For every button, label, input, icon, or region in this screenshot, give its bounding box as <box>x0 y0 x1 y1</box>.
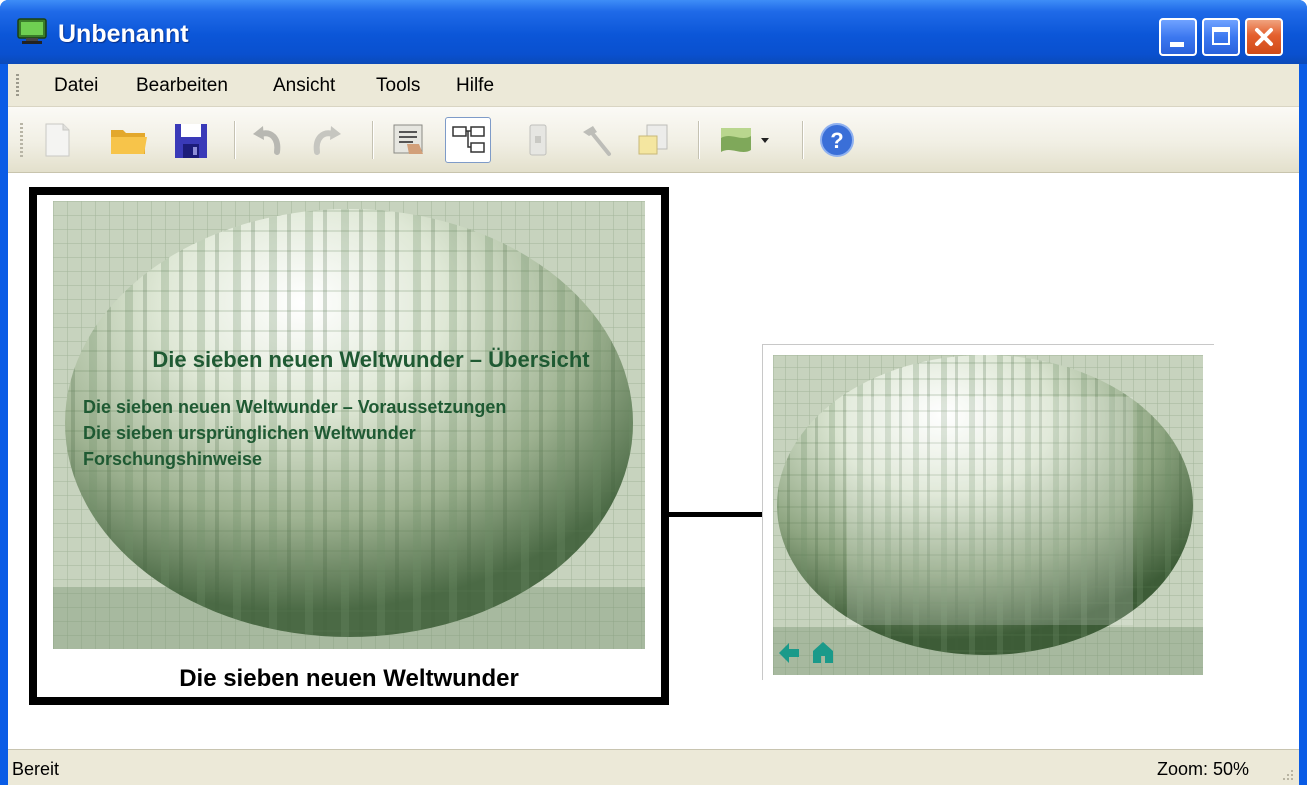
slide-connector <box>669 512 763 517</box>
slide-link[interactable]: Die sieben neuen Weltwunder – Voraussetz… <box>83 395 506 419</box>
menu-bar: Datei Bearbeiten Ansicht Tools Hilfe <box>8 64 1299 107</box>
help-icon: ? <box>820 123 854 157</box>
slide-title: Die sieben neuen Weltwunder – Übersicht <box>152 347 590 372</box>
toolbar-separator <box>234 121 236 159</box>
close-button[interactable] <box>1245 18 1283 56</box>
close-icon <box>1255 28 1273 46</box>
menu-ansicht[interactable]: Ansicht <box>273 74 335 98</box>
theme-icon <box>721 128 769 152</box>
redo-button[interactable] <box>304 117 350 163</box>
menu-hilfe[interactable]: Hilfe <box>456 74 494 98</box>
status-text: Bereit <box>12 759 60 779</box>
zoom-level: Zoom: 50% <box>1156 759 1249 779</box>
undo-button[interactable] <box>244 117 290 163</box>
minimize-button[interactable] <box>1159 18 1197 56</box>
export-icon <box>638 124 668 155</box>
tree-view-button[interactable] <box>445 117 491 163</box>
redo-icon <box>313 126 341 155</box>
chevron-down-icon <box>761 138 769 143</box>
title-bar[interactable]: Unbenannt <box>0 0 1307 64</box>
undo-icon <box>253 126 281 155</box>
app-window: Unbenannt Datei Bearbeiten Ansicht Tools… <box>0 0 1307 785</box>
menu-tools[interactable]: Tools <box>376 74 420 98</box>
menu-datei[interactable]: Datei <box>54 74 98 98</box>
presenter-icon <box>393 124 423 154</box>
new-document-icon <box>45 123 70 157</box>
maximize-icon <box>1212 27 1230 45</box>
slide-background <box>773 355 1203 675</box>
open-folder-icon <box>111 130 147 154</box>
slide-caption: Die sieben neuen Weltwunder <box>179 665 519 692</box>
minimize-icon <box>1170 42 1184 47</box>
app-icon <box>17 18 47 44</box>
window-title: Unbenannt <box>58 20 189 48</box>
page-icon <box>529 124 547 156</box>
help-button[interactable]: ? <box>814 117 860 163</box>
toolbar-separator <box>372 121 374 159</box>
slide-link[interactable]: Forschungshinweise <box>83 447 262 471</box>
page-button[interactable] <box>515 117 561 163</box>
client-area: Datei Bearbeiten Ansicht Tools Hilfe ? D… <box>8 64 1299 785</box>
open-button[interactable] <box>104 117 150 163</box>
menu-grip[interactable] <box>16 74 19 98</box>
toolbar-separator <box>698 121 700 159</box>
save-disk-icon <box>175 124 207 158</box>
slide-child[interactable] <box>762 344 1214 680</box>
slide-selected[interactable]: Die sieben neuen Weltwunder – Übersicht … <box>29 187 669 705</box>
maximize-button[interactable] <box>1202 18 1240 56</box>
hammer-button[interactable] <box>572 117 618 163</box>
slide-canvas: Die sieben neuen Weltwunder – Übersicht … <box>8 173 1299 749</box>
hammer-icon <box>583 126 611 156</box>
theme-dropdown-button[interactable] <box>712 117 774 163</box>
new-button[interactable] <box>34 117 80 163</box>
menu-bearbeiten[interactable]: Bearbeiten <box>136 74 228 98</box>
toolbar: ? <box>8 107 1299 173</box>
toolbar-separator <box>802 121 804 159</box>
tree-view-icon <box>452 126 485 153</box>
slide-link[interactable]: Die sieben ursprünglichen Weltwunder <box>83 421 416 445</box>
toolbar-grip[interactable] <box>20 123 23 157</box>
resize-grip-icon[interactable] <box>1279 766 1295 782</box>
export-button[interactable] <box>630 117 676 163</box>
status-bar: Bereit Zoom: 50% <box>8 749 1299 785</box>
save-button[interactable] <box>168 117 214 163</box>
svg-text:?: ? <box>830 128 843 153</box>
presenter-button[interactable] <box>386 117 432 163</box>
